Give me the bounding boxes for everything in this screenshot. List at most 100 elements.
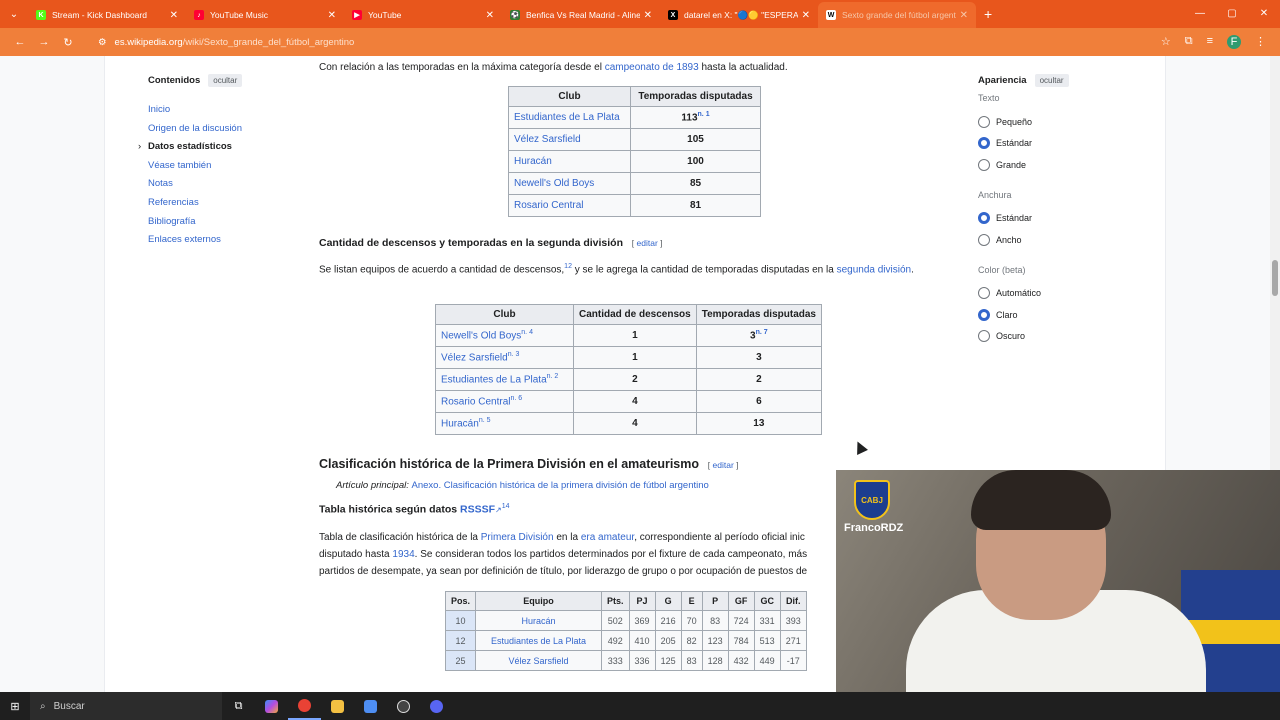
note-link[interactable]: n. 1	[698, 111, 710, 118]
radio-button[interactable]	[978, 287, 990, 300]
toc-item[interactable]: Notas	[148, 175, 298, 194]
reference-link[interactable]: 12	[564, 263, 572, 270]
address-bar[interactable]: ⚙ es.wikipedia.org/wiki/Sexto_grande_del…	[88, 31, 1161, 53]
appearance-option[interactable]: Pequeño	[978, 111, 1158, 133]
era-amateur-link[interactable]: era amateur	[581, 532, 634, 543]
chevron-right-icon[interactable]: ›	[138, 138, 141, 157]
appearance-option[interactable]: Claro	[978, 304, 1158, 326]
value-text: 81	[689, 200, 702, 211]
club-link[interactable]: Huracán	[514, 156, 552, 167]
team-link[interactable]: Estudiantes de La Plata	[491, 636, 586, 646]
profile-avatar[interactable]: F	[1227, 35, 1241, 49]
appearance-option[interactable]: Grande	[978, 154, 1158, 176]
appearance-hide-button[interactable]: ocultar	[1034, 74, 1069, 87]
segunda-division-link[interactable]: segunda división	[837, 264, 912, 275]
reload-icon[interactable]: ↻	[56, 36, 80, 49]
radio-button[interactable]	[978, 115, 990, 128]
radio-button[interactable]	[978, 308, 990, 321]
tab-search-icon[interactable]: ⌄	[0, 0, 28, 28]
tab-close-icon[interactable]: ✕	[486, 10, 494, 21]
browser-tab[interactable]: W Sexto grande del fútbol argentin ✕	[818, 2, 976, 28]
radio-button[interactable]	[978, 330, 990, 343]
tab-close-icon[interactable]: ✕	[170, 10, 178, 21]
browser-tab[interactable]: ♪ YouTube Music ✕	[186, 2, 344, 28]
back-icon[interactable]: ←	[8, 36, 32, 48]
campeonato-link[interactable]: campeonato de 1893	[605, 62, 699, 73]
tab-close-icon[interactable]: ✕	[960, 10, 968, 21]
club-link[interactable]: Vélez Sarsfield	[514, 134, 581, 145]
new-tab-button[interactable]: +	[984, 6, 992, 22]
windows-start-icon[interactable]: ⊞	[0, 700, 30, 713]
copilot-icon[interactable]	[255, 692, 288, 720]
radio-button[interactable]	[978, 212, 990, 225]
discord-icon[interactable]	[420, 692, 453, 720]
toc-item[interactable]: Véase también	[148, 157, 298, 176]
close-window-icon[interactable]: ✕	[1248, 0, 1280, 28]
browser-tab[interactable]: Xdatarel en X: "🔵🟡 "ESPERAM ✕	[660, 2, 818, 28]
note-link[interactable]: n. 2	[547, 373, 559, 380]
browser-tab[interactable]: ▶ YouTube ✕	[344, 2, 502, 28]
forward-icon[interactable]: →	[32, 36, 56, 48]
note-link[interactable]: n. 3	[508, 351, 520, 358]
tab-close-icon[interactable]: ✕	[328, 10, 336, 21]
media-icon[interactable]: ≡	[1207, 35, 1213, 49]
minimize-icon[interactable]: —	[1184, 0, 1216, 28]
maximize-icon[interactable]: ▢	[1216, 0, 1248, 28]
team-link[interactable]: Huracán	[522, 616, 556, 626]
section-heading-descensos: Cantidad de descensos y temporadas en la…	[319, 237, 663, 249]
primera-division-link[interactable]: Primera División	[481, 532, 554, 543]
note-link[interactable]: n. 7	[756, 329, 768, 336]
browser-tab[interactable]: ⚽ Benfica Vs Real Madrid - Alinea ✕	[502, 2, 660, 28]
club-link[interactable]: Rosario Central	[441, 397, 510, 408]
club-cell: Estudiantes de La Platan. 2	[435, 368, 574, 391]
browser-menu-icon[interactable]: ⋮	[1255, 35, 1266, 49]
club-link[interactable]: Newell's Old Boys	[441, 331, 521, 342]
edit-link[interactable]: [ editar ]	[708, 460, 739, 470]
browser-tab[interactable]: K Stream - Kick Dashboard ✕	[28, 2, 186, 28]
scrollbar-thumb[interactable]	[1272, 260, 1278, 296]
appearance-option[interactable]: Estándar	[978, 133, 1158, 155]
appearance-option[interactable]: Estándar	[978, 208, 1158, 230]
site-info-icon[interactable]: ⚙	[98, 37, 107, 48]
club-link[interactable]: Vélez Sarsfield	[441, 353, 508, 364]
appearance-option[interactable]: Ancho	[978, 229, 1158, 251]
radio-button[interactable]	[978, 158, 990, 171]
obs-icon[interactable]	[387, 692, 420, 720]
appearance-option[interactable]: Oscuro	[978, 326, 1158, 348]
reference-link[interactable]: 14	[502, 503, 510, 510]
toc-hide-button[interactable]: ocultar	[208, 74, 243, 87]
tab-close-icon[interactable]: ✕	[802, 10, 810, 21]
club-link[interactable]: Estudiantes de La Plata	[441, 375, 547, 386]
tab-close-icon[interactable]: ✕	[644, 10, 652, 21]
note-link[interactable]: n. 5	[479, 417, 491, 424]
club-link[interactable]: Huracán	[441, 419, 479, 430]
toc-item[interactable]: Referencias	[148, 194, 298, 213]
descensos-cell: 4	[573, 412, 697, 435]
file-explorer-icon[interactable]	[321, 692, 354, 720]
edit-link[interactable]: [ editar ]	[632, 238, 663, 248]
club-link[interactable]: Rosario Central	[514, 200, 583, 211]
main-article-link[interactable]: Anexo. Clasificación histórica de la pri…	[412, 480, 709, 491]
note-link[interactable]: n. 6	[510, 395, 522, 402]
note-link[interactable]: n. 4	[521, 329, 533, 336]
toc-item[interactable]: Inicio	[148, 101, 298, 120]
extensions-icon[interactable]: ⧉	[1185, 35, 1193, 49]
store-icon[interactable]	[354, 692, 387, 720]
toc-item[interactable]: Origen de la discusión	[148, 120, 298, 139]
rsssf-link[interactable]: RSSSF	[460, 503, 495, 515]
radio-button[interactable]	[978, 233, 990, 246]
bookmark-star-icon[interactable]: ☆	[1161, 35, 1171, 49]
radio-button[interactable]	[978, 137, 990, 150]
toc-item[interactable]: › Datos estadísticos	[138, 138, 298, 157]
toc-item-label: Véase también	[148, 159, 212, 171]
club-link[interactable]: Newell's Old Boys	[514, 178, 594, 189]
toc-item[interactable]: Enlaces externos	[148, 231, 298, 250]
toc-item[interactable]: Bibliografía	[148, 213, 298, 232]
task-view-icon[interactable]: ⧉	[222, 692, 255, 720]
appearance-option[interactable]: Automático	[978, 283, 1158, 305]
chrome-icon[interactable]	[288, 692, 321, 720]
taskbar-search[interactable]: ⌕ Buscar	[30, 692, 222, 720]
year-1934-link[interactable]: 1934	[392, 549, 414, 560]
club-link[interactable]: Estudiantes de La Plata	[514, 112, 620, 123]
team-link[interactable]: Vélez Sarsfield	[509, 656, 569, 666]
